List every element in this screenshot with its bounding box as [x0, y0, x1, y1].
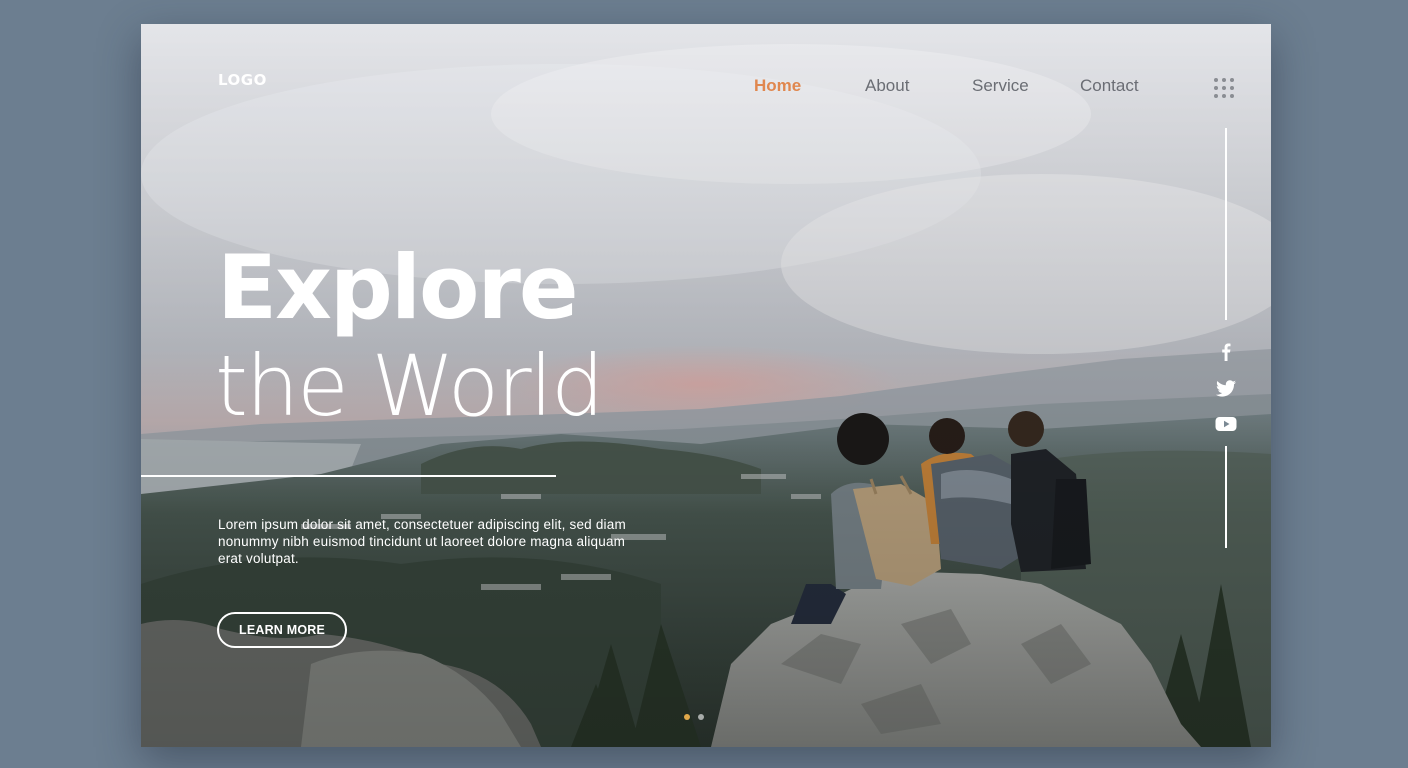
nav-item-about[interactable]: About: [865, 76, 909, 96]
learn-more-button[interactable]: LEARN MORE: [217, 612, 347, 648]
slider-dot-active[interactable]: [684, 714, 690, 720]
youtube-icon[interactable]: [1214, 413, 1238, 435]
site-logo[interactable]: LOGO: [218, 71, 267, 89]
hero-title: Explore: [217, 236, 579, 339]
hero-description: Lorem ipsum dolor sit amet, consectetuer…: [218, 517, 626, 566]
social-rail-line-bottom: [1225, 446, 1227, 548]
twitter-icon[interactable]: [1214, 377, 1238, 399]
social-rail-line-top: [1225, 128, 1227, 320]
facebook-icon[interactable]: [1214, 340, 1238, 362]
grid-dots-icon[interactable]: [1212, 76, 1236, 100]
nav-item-home[interactable]: Home: [754, 76, 801, 96]
landing-page-card: LOGO Home About Service Contact Explore …: [141, 24, 1271, 747]
hero-subtitle: the World: [215, 337, 604, 435]
slider-dot[interactable]: [698, 714, 704, 720]
nav-item-service[interactable]: Service: [972, 76, 1029, 96]
nav-item-contact[interactable]: Contact: [1080, 76, 1139, 96]
hero-divider: [141, 475, 556, 477]
